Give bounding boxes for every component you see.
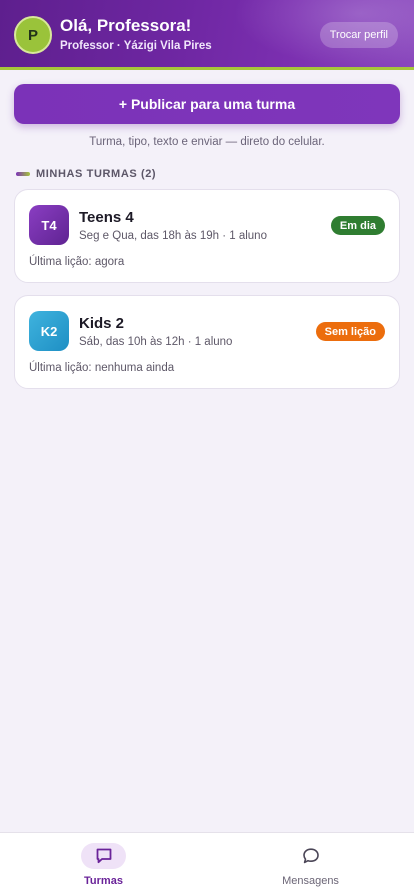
publish-to-class-button[interactable]: + Publicar para uma turma [14,84,400,124]
app-header: P Olá, Professora! Professor · Yázigi Vi… [0,0,414,70]
status-badge: Em dia [330,216,385,235]
class-card-kids-2[interactable]: K2 Kids 2 Sáb, das 10h às 12h · 1 aluno … [14,295,400,389]
status-badge: Sem lição [315,322,385,341]
chat-square-icon [96,848,111,864]
last-lesson: Última lição: agora [29,256,125,268]
class-card-teens-4[interactable]: T4 Teens 4 Seg e Qua, das 18h às 19h · 1… [14,189,400,283]
section-header: MINHAS TURMAS (2) [16,168,156,180]
nav-label: Mensagens [282,875,339,887]
section-title: MINHAS TURMAS (2) [36,168,157,180]
chat-bubble-icon [302,848,319,864]
class-code-badge: K2 [29,311,69,351]
nav-active-pill [81,843,126,869]
avatar[interactable]: P [14,16,52,54]
publish-hint: Turma, tipo, texto e enviar — direto do … [89,136,325,148]
nav-item-mensagens[interactable]: Mensagens [207,833,414,896]
section-accent-bar [16,172,30,176]
class-name: Kids 2 [79,315,125,332]
nav-icon-wrap [288,843,333,869]
class-schedule: Seg e Qua, das 18h às 19h · 1 aluno [79,230,267,242]
bottom-nav: Turmas Mensagens [0,832,414,896]
greeting-title: Olá, Professora! [60,16,192,35]
nav-item-turmas[interactable]: Turmas [0,833,207,896]
last-lesson: Última lição: nenhuma ainda [29,362,175,374]
switch-profile-button[interactable]: Trocar perfil [319,22,398,48]
profile-subtitle: Professor · Yázigi Vila Pires [60,40,212,52]
class-name: Teens 4 [79,209,134,226]
nav-label: Turmas [84,875,123,887]
class-code-badge: T4 [29,205,69,245]
class-schedule: Sáb, das 10h às 12h · 1 aluno [79,336,233,348]
